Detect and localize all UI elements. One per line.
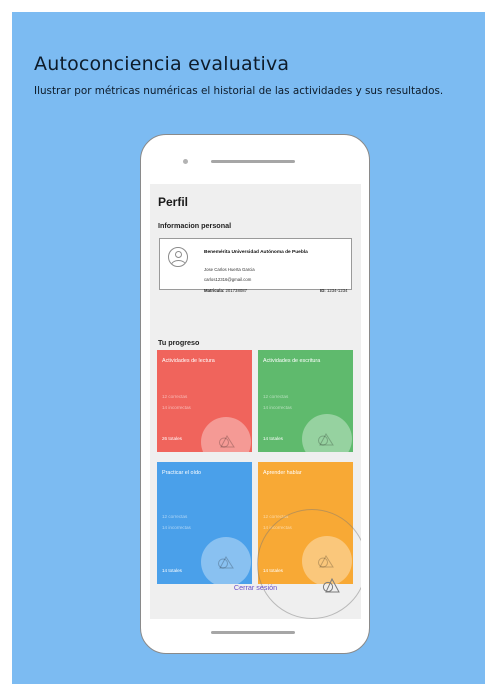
activity-title: Aprender hablar bbox=[263, 470, 302, 476]
matricula-value: 201738087 bbox=[225, 288, 248, 293]
profile-card: Benemérita Universidad Autónoma de Puebl… bbox=[159, 238, 352, 293]
progress-heading: Tu progreso bbox=[158, 338, 200, 347]
id-value: 1234-1234 bbox=[326, 288, 348, 293]
phone-camera bbox=[183, 159, 188, 164]
user-name: Jose Carlos Huerta Garcia bbox=[204, 267, 255, 272]
activity-total: 14 totales bbox=[263, 436, 283, 441]
matricula-label: Matricula: bbox=[204, 288, 225, 293]
activity-card-reading[interactable]: Actividades de lectura 12 correctas 14 i… bbox=[157, 350, 252, 452]
id-label: ID: bbox=[320, 288, 326, 293]
activity-correct: 12 correctas bbox=[162, 394, 188, 399]
activity-title: Actividades de lectura bbox=[162, 358, 215, 364]
activity-card-listening[interactable]: Practicar el oído 12 correctas 14 incorr… bbox=[157, 462, 252, 584]
phone-mockup: Perfil Informacion personal Benemérita U… bbox=[140, 134, 370, 654]
page-title: Perfil bbox=[158, 195, 189, 209]
activity-incorrect: 14 incorrectas bbox=[162, 525, 191, 530]
slide-title: Autoconciencia evaluativa bbox=[34, 53, 290, 75]
id-row: ID: 1234-1234 bbox=[320, 288, 348, 293]
touch-ripple bbox=[257, 509, 361, 619]
phone-speaker bbox=[211, 160, 295, 163]
activity-correct: 12 correctas bbox=[263, 394, 289, 399]
personal-info-heading: Informacion personal bbox=[158, 221, 232, 230]
phone-home-bar bbox=[211, 631, 295, 634]
university-name: Benemérita Universidad Autónoma de Puebl… bbox=[204, 250, 308, 255]
slide-background: Autoconciencia evaluativa Ilustrar por m… bbox=[12, 12, 485, 684]
activity-incorrect: 14 incorrectas bbox=[162, 405, 191, 410]
activity-incorrect: 14 incorrectas bbox=[263, 405, 292, 410]
shapes-icon bbox=[219, 435, 235, 448]
shapes-icon[interactable] bbox=[322, 577, 340, 593]
activity-title: Actividades de escritura bbox=[263, 358, 321, 364]
shapes-icon bbox=[318, 433, 334, 446]
slide-subtitle: Ilustrar por métricas numéricas el histo… bbox=[34, 85, 444, 97]
user-email: carlos12316@gmail.com bbox=[204, 277, 252, 282]
matricula-row: Matricula: 201738087 bbox=[204, 288, 247, 293]
activity-correct: 12 correctas bbox=[162, 514, 188, 519]
activity-card-writing[interactable]: Actividades de escritura 12 correctas 14… bbox=[258, 350, 353, 452]
shapes-icon bbox=[218, 556, 234, 569]
activity-title: Practicar el oído bbox=[162, 470, 201, 476]
activity-total: 14 totales bbox=[162, 568, 182, 573]
user-avatar-icon bbox=[168, 247, 188, 267]
profile-screen: Perfil Informacion personal Benemérita U… bbox=[150, 184, 361, 619]
activity-total: 26 totales bbox=[162, 436, 182, 441]
